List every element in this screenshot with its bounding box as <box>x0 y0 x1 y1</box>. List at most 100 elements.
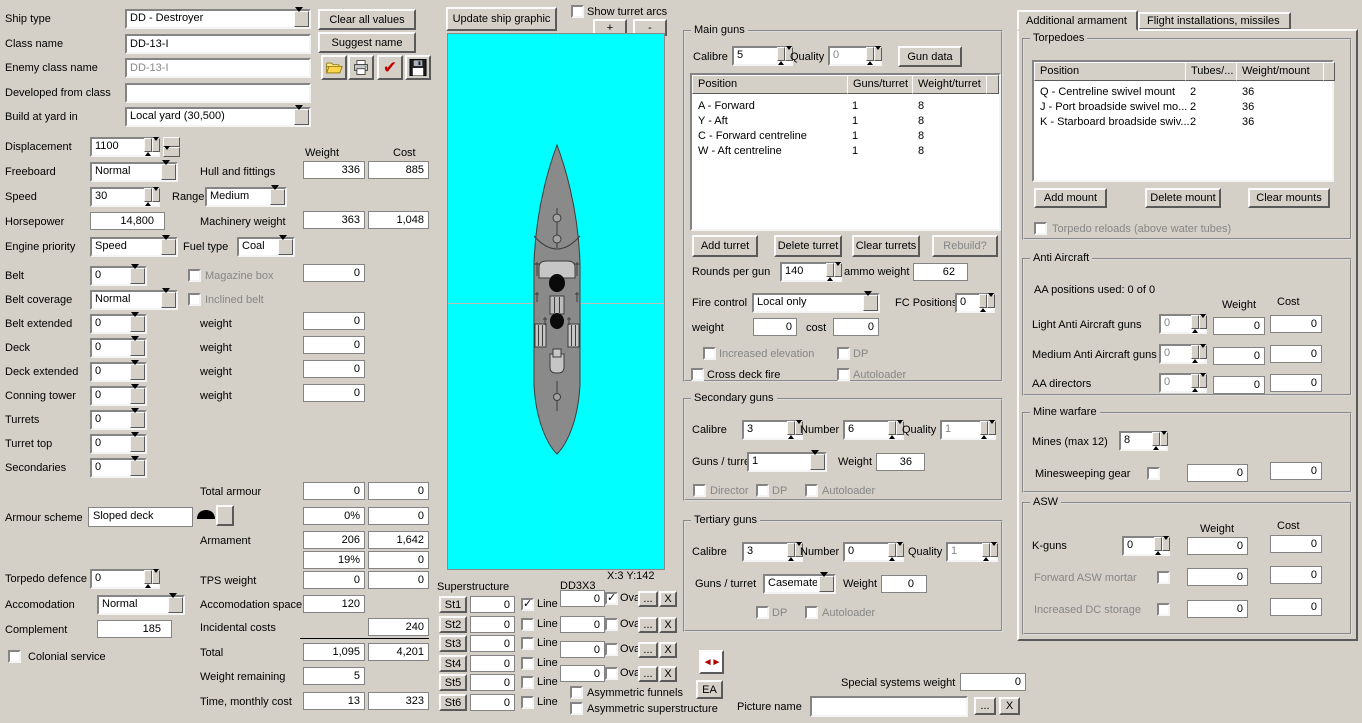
developed-from-input[interactable] <box>125 83 311 103</box>
torpedo-defence-spinner[interactable]: 0 <box>90 569 160 589</box>
st2-button[interactable]: St2 <box>439 616 467 633</box>
oval4-delete-button[interactable]: X <box>659 666 677 682</box>
oval4-browse-button[interactable]: ... <box>638 666 658 682</box>
st3-button[interactable]: St3 <box>439 635 467 652</box>
mg-row-position[interactable]: C - Forward centreline <box>698 130 807 142</box>
print-button[interactable] <box>348 55 374 80</box>
mg-row-position[interactable]: Y - Aft <box>698 115 728 127</box>
tab-flight-installations[interactable]: Flight installations, missiles <box>1138 12 1291 30</box>
chevron-down-icon[interactable] <box>130 360 145 381</box>
st3-line-checkbox[interactable] <box>521 637 534 650</box>
st1-button[interactable]: St1 <box>439 596 467 613</box>
mg-col-weight[interactable]: Weight/turret <box>912 75 987 94</box>
mg-quality-spinner[interactable]: 0 <box>828 46 882 66</box>
st6-line-checkbox[interactable] <box>521 696 534 709</box>
chevron-down-icon[interactable] <box>168 593 183 614</box>
belt-select[interactable]: 0 <box>90 264 147 286</box>
fuel-type-select[interactable]: Coal <box>237 235 295 257</box>
st6-button[interactable]: St6 <box>439 694 467 711</box>
rounds-per-gun-spinner[interactable]: 140 <box>780 262 842 282</box>
chevron-down-icon[interactable] <box>130 456 145 477</box>
picture-browse-button[interactable]: ... <box>974 697 996 715</box>
torp-col-weight[interactable]: Weight/mount <box>1236 62 1324 81</box>
spin-down[interactable] <box>874 46 882 65</box>
tg-number-spinner[interactable]: 0 <box>843 542 904 562</box>
oval3-browse-button[interactable]: ... <box>638 642 658 658</box>
spin-down[interactable] <box>1162 536 1170 555</box>
prev-next-graphic-button[interactable]: ◄► <box>699 650 724 674</box>
spin-up[interactable] <box>787 420 795 439</box>
secondaries-select[interactable]: 0 <box>90 456 147 478</box>
turrets-select[interactable]: 0 <box>90 408 147 430</box>
chevron-down-icon[interactable] <box>130 336 145 357</box>
oval4-checkbox[interactable] <box>605 667 618 680</box>
mg-row-position[interactable]: A - Forward <box>698 100 755 112</box>
sg-calibre-spinner[interactable]: 3 <box>742 420 803 440</box>
chevron-down-icon[interactable] <box>130 384 145 405</box>
gun-data-button[interactable]: Gun data <box>898 46 962 67</box>
chevron-down-icon[interactable] <box>161 235 176 256</box>
speed-spinner[interactable]: 30 <box>90 187 160 207</box>
oval2-browse-button[interactable]: ... <box>638 617 658 633</box>
chevron-down-icon[interactable] <box>294 105 309 126</box>
ea-button[interactable]: EA <box>696 680 723 699</box>
spin-up[interactable] <box>777 46 785 65</box>
belt-coverage-select[interactable]: Normal <box>90 288 178 310</box>
sg-number-spinner[interactable]: 6 <box>843 420 904 440</box>
belt-extended-select[interactable]: 0 <box>90 312 147 334</box>
chevron-down-icon[interactable] <box>130 432 145 453</box>
torp-row-position[interactable]: K - Starboard broadside swiv... <box>1040 116 1190 128</box>
spin-down[interactable] <box>1160 431 1168 450</box>
torp-col-position[interactable]: Position <box>1034 62 1186 81</box>
chevron-down-icon[interactable] <box>278 235 293 256</box>
spin-up[interactable] <box>1152 431 1160 450</box>
spin-down[interactable] <box>988 420 996 439</box>
delete-turret-button[interactable]: Delete turret <box>774 235 842 257</box>
chevron-down-icon[interactable] <box>130 264 145 285</box>
build-yard-select[interactable]: Local yard (30,500) <box>125 105 311 127</box>
mg-col-position[interactable]: Position <box>692 75 848 94</box>
clear-all-values-button[interactable]: Clear all values <box>318 9 416 30</box>
st5-button[interactable]: St5 <box>439 674 467 691</box>
main-guns-table[interactable]: Position Guns/turret Weight/turret A - F… <box>690 73 1001 231</box>
ship-canvas[interactable] <box>447 33 665 570</box>
chevron-down-icon[interactable] <box>819 572 834 593</box>
add-mount-button[interactable]: Add mount <box>1034 188 1107 208</box>
spin-down[interactable] <box>896 542 904 561</box>
light-aa-spinner[interactable]: 0 <box>1159 314 1207 334</box>
st2-line-checkbox[interactable] <box>521 618 534 631</box>
asymmetric-funnels-checkbox[interactable] <box>570 686 583 699</box>
displacement-spinner[interactable]: 1100 <box>90 137 160 157</box>
cross-deck-fire-checkbox[interactable] <box>691 368 704 381</box>
st5-line-checkbox[interactable] <box>521 676 534 689</box>
ship-type-select[interactable]: DD - Destroyer <box>125 7 311 29</box>
deck-select[interactable]: 0 <box>90 336 147 358</box>
turret-top-select[interactable]: 0 <box>90 432 147 454</box>
st4-button[interactable]: St4 <box>439 655 467 672</box>
torpedoes-table[interactable]: Position Tubes/... Weight/mount Q - Cent… <box>1032 60 1335 182</box>
spin-up[interactable] <box>866 46 874 65</box>
spin-up[interactable] <box>888 542 896 561</box>
clear-turrets-button[interactable]: Clear turrets <box>852 235 920 257</box>
spin-down[interactable] <box>163 146 180 165</box>
spin-down[interactable] <box>152 187 160 206</box>
chevron-down-icon[interactable] <box>810 450 825 471</box>
aa-directors-spinner[interactable]: 0 <box>1159 373 1207 393</box>
deck-extended-select[interactable]: 0 <box>90 360 147 382</box>
oval1-delete-button[interactable]: X <box>659 591 677 607</box>
picture-clear-button[interactable]: X <box>999 697 1020 715</box>
oval3-checkbox[interactable] <box>605 643 618 656</box>
oval3-delete-button[interactable]: X <box>659 642 677 658</box>
picture-name-input[interactable] <box>810 696 968 717</box>
oval2-delete-button[interactable]: X <box>659 617 677 633</box>
medium-aa-spinner[interactable]: 0 <box>1159 344 1207 364</box>
armour-scheme-picker-button[interactable] <box>216 505 234 526</box>
spin-up[interactable] <box>982 542 990 561</box>
freeboard-select[interactable]: Normal <box>90 160 178 182</box>
update-ship-graphic-button[interactable]: Update ship graphic <box>446 7 557 31</box>
spin-down[interactable] <box>152 569 160 588</box>
spin-up[interactable] <box>144 187 152 206</box>
range-select[interactable]: Medium <box>205 185 287 207</box>
spin-up[interactable] <box>1154 536 1162 555</box>
spin-down[interactable] <box>1199 344 1207 363</box>
